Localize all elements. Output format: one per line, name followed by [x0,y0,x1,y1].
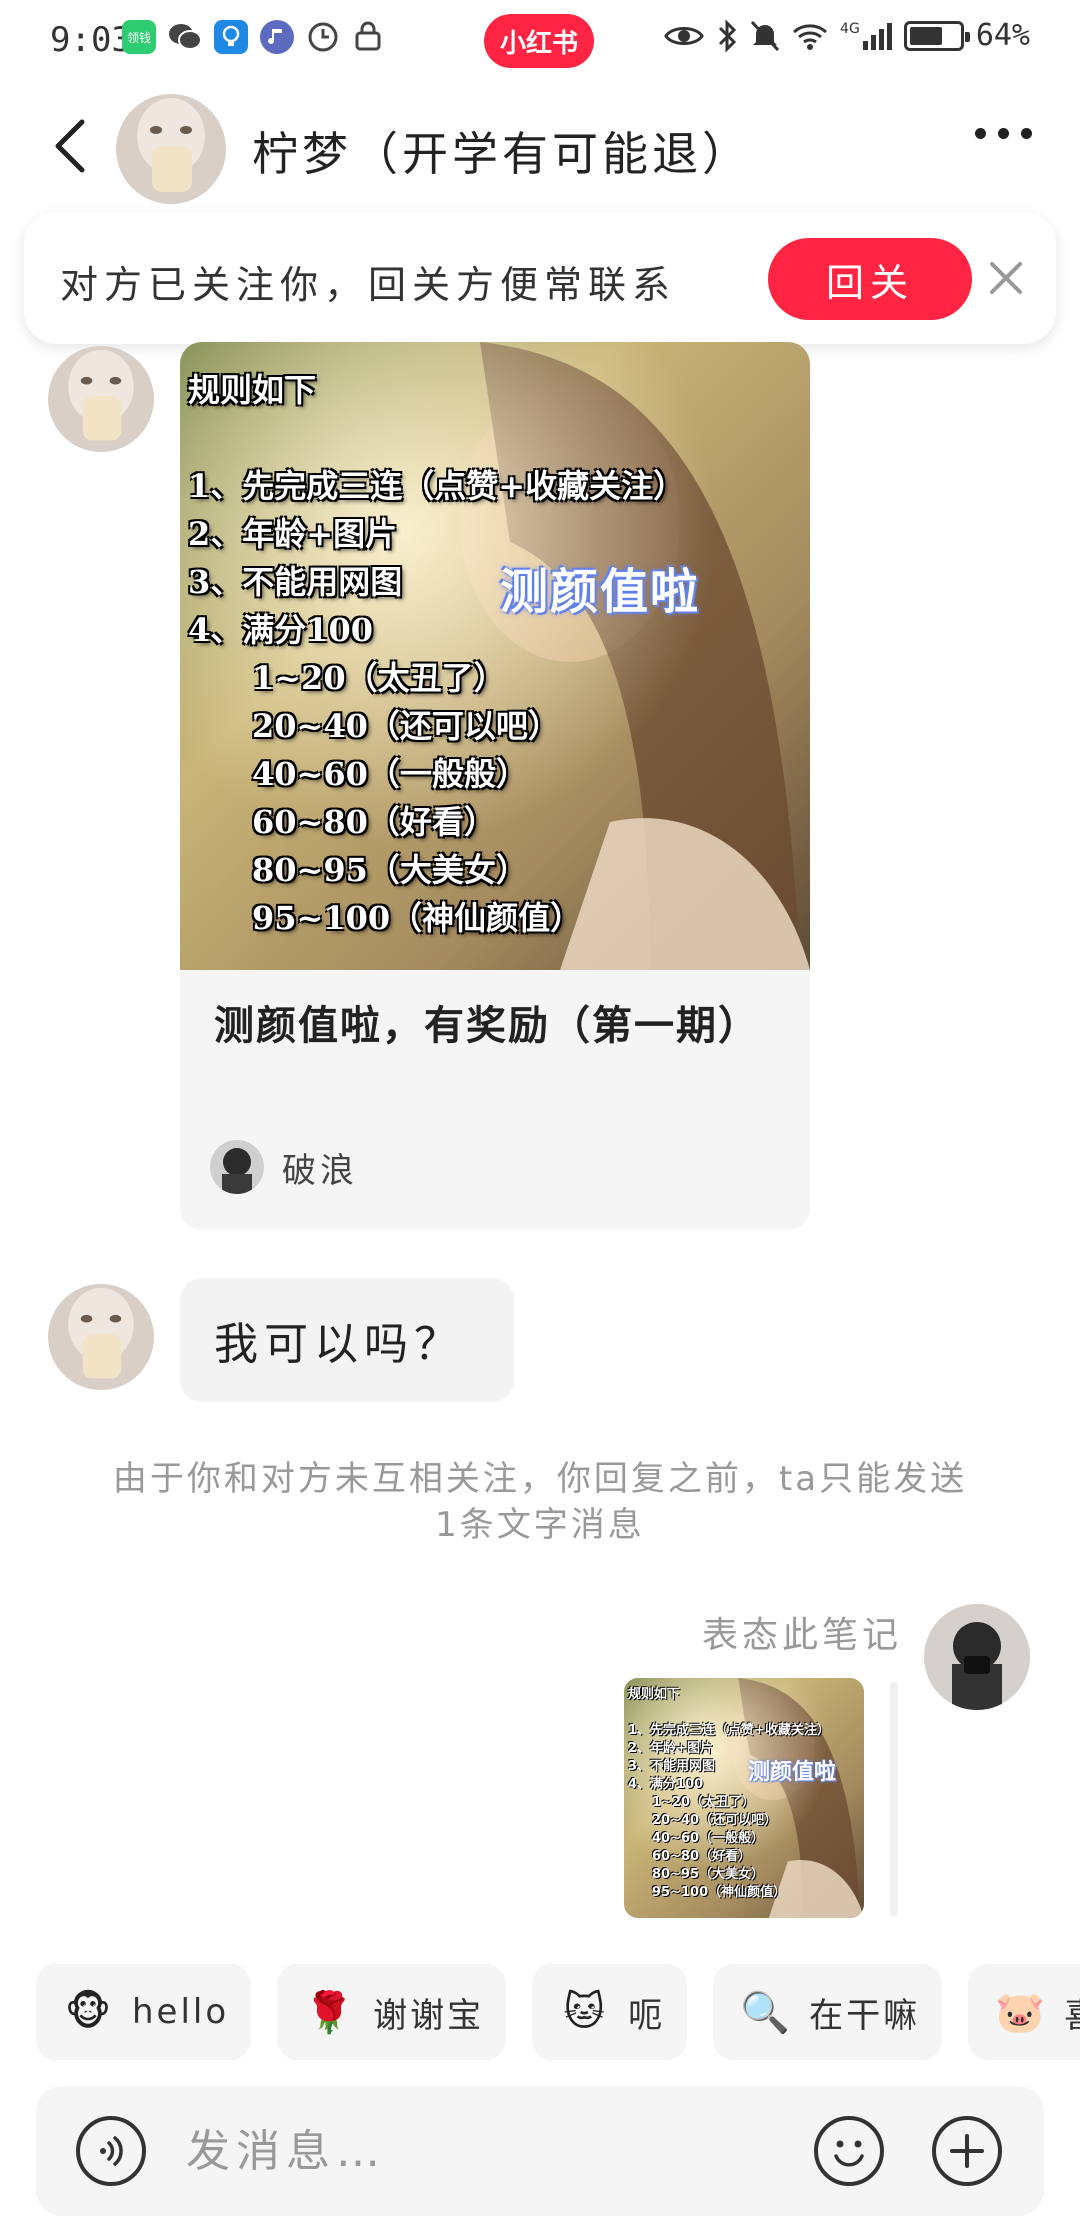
quick-reply-chip[interactable]: 🐷 喜 [968,1964,1080,2060]
chip-label: 喜 [1064,1988,1080,2037]
thumbnail-overlay-title: 测颜值啦 [748,1760,837,1785]
lock-icon [352,20,386,54]
sender-avatar[interactable] [48,1284,154,1390]
wechat-icon [168,20,202,54]
bluetooth-icon [718,18,737,53]
status-bar: 9:03 领钱 小红书 4G 64% [0,0,1080,84]
note-rules-text: 规则如下 1、先完成三连（点赞+收藏关注） 2、年龄+图片 3、不能用网图 4、… [188,366,685,942]
rule-line [628,1704,830,1722]
quick-reply-chip[interactable]: 🌹 谢谢宝 [277,1964,507,2060]
plus-icon [950,2134,984,2168]
status-time: 9:03 [50,20,132,60]
follow-back-banner: 对方已关注你，回关方便常联系 回关 [24,212,1056,344]
wifi-icon [793,23,828,50]
rule-line: 80~95（大美女） [252,851,528,889]
coupon-icon: 领钱 [122,20,156,54]
chip-label: 呃 [628,1995,666,2036]
rule-line: 60~80（好看） [252,803,496,841]
incoming-message-bubble[interactable]: 我可以吗？ [180,1278,514,1402]
bulb-icon [214,20,248,54]
dot-icon [975,128,986,139]
message-input[interactable] [186,2116,826,2186]
monkey-emoji-icon: 🐵 [64,1989,112,2035]
rule-line: 20~40（还可以吧） [252,707,560,745]
message-input-bar [36,2086,1044,2216]
signal-icon [862,22,892,50]
eye-icon [664,26,704,45]
rule-line: 40~60（一般般） [652,1831,765,1846]
back-button[interactable] [48,114,92,178]
reaction-divider [890,1682,898,1916]
emoji-button[interactable] [814,2116,884,2186]
network-type: 4G [840,20,860,37]
rule-line: 1~20（太丑了） [252,659,506,697]
rule-line: 1~20（太丑了） [652,1795,756,1810]
battery-icon [903,20,970,51]
follow-back-text: 对方已关注你，回关方便常联系 [60,263,677,307]
thumbnail-rules-text: 规则如下 1、先完成三连（点赞+收藏关注） 2、年龄+图片 3、不能用网图 4、… [628,1686,830,1902]
more-options-button[interactable] [975,128,1032,139]
shared-note-card[interactable]: 规则如下 1、先完成三连（点赞+收藏关注） 2、年龄+图片 3、不能用网图 4、… [180,342,810,1230]
mute-icon [750,20,780,51]
rule-line: 95~100（神仙颜值） [652,1885,787,1900]
status-left-icons: 领钱 [122,20,386,54]
chat-header: 柠梦（开学有可能退） [0,84,1080,212]
note-cover-image: 规则如下 1、先完成三连（点赞+收藏关注） 2、年龄+图片 3、不能用网图 4、… [180,342,810,970]
rule-line: 80~95（大美女） [652,1867,765,1882]
author-avatar [210,1140,264,1194]
rule-line: 1、先完成三连（点赞+收藏关注） [628,1723,830,1738]
dot-icon [1021,128,1032,139]
smiley-icon [834,2140,864,2167]
quick-reply-chip[interactable]: 🐵 hello [36,1964,252,2060]
system-notice: 由于你和对方未互相关注，你回复之前，ta只能发送1条文字消息 [112,1459,968,1545]
voice-button[interactable] [76,2116,146,2186]
dot-icon [998,128,1009,139]
chip-label: hello [132,1992,230,2032]
sender-avatar[interactable] [48,346,154,452]
status-right-icons: 4G 64% [664,18,1030,53]
rule-line: 2、年龄+图片 [188,515,398,553]
rule-line: 40~60（一般般） [252,755,528,793]
cat-emoji-icon: 🐱 [563,1989,606,2035]
rule-line: 20~40（还可以吧） [652,1813,778,1828]
note-thumbnail[interactable]: 规则如下 1、先完成三连（点赞+收藏关注） 2、年龄+图片 3、不能用网图 4、… [624,1678,864,1918]
rule-line: 1、先完成三连（点赞+收藏关注） [188,467,686,505]
clock-icon [306,20,340,54]
close-icon[interactable] [984,256,1028,300]
self-avatar[interactable] [924,1604,1030,1710]
pig-emoji-icon: 🐷 [995,1989,1046,2036]
chat-title: 柠梦（开学有可能退） [252,127,752,181]
follow-back-button[interactable]: 回关 [768,238,972,320]
rule-line: 95~100（神仙颜值） [252,899,583,937]
quick-reply-chips: 🐵 hello 🌹 谢谢宝 🐱 呃 🔍 在干嘛 🐷 喜 [36,1964,1080,2060]
quick-reply-chip[interactable]: 🔍 在干嘛 [713,1964,943,2060]
rose-emoji-icon: 🌹 [304,1989,355,2036]
voice-icon [100,2136,123,2166]
contact-avatar[interactable] [116,94,226,204]
chip-label: 谢谢宝 [373,1995,485,2036]
battery-percent: 64% [975,18,1030,53]
rule-line [188,414,685,462]
back-arrow-icon [55,119,85,173]
app-badge: 小红书 [484,14,594,68]
author-name: 破浪 [282,1150,358,1191]
quick-reply-chip[interactable]: 🐱 呃 [532,1964,688,2060]
rule-line: 60~80（好看） [652,1849,752,1864]
chip-label: 在干嘛 [809,1995,921,2036]
note-overlay-title: 测颜值啦 [500,564,701,620]
note-title: 测颜值啦，有奖励（第一期） [214,1003,760,1049]
rule-line: 规则如下 [188,371,317,409]
search-emoji-icon: 🔍 [740,1989,791,2036]
rule-line: 规则如下 [628,1687,681,1702]
note-author[interactable]: 破浪 [210,1140,358,1194]
music-icon [260,20,294,54]
react-to-note-label[interactable]: 表态此笔记 [702,1606,902,1658]
plus-button[interactable] [932,2116,1002,2186]
